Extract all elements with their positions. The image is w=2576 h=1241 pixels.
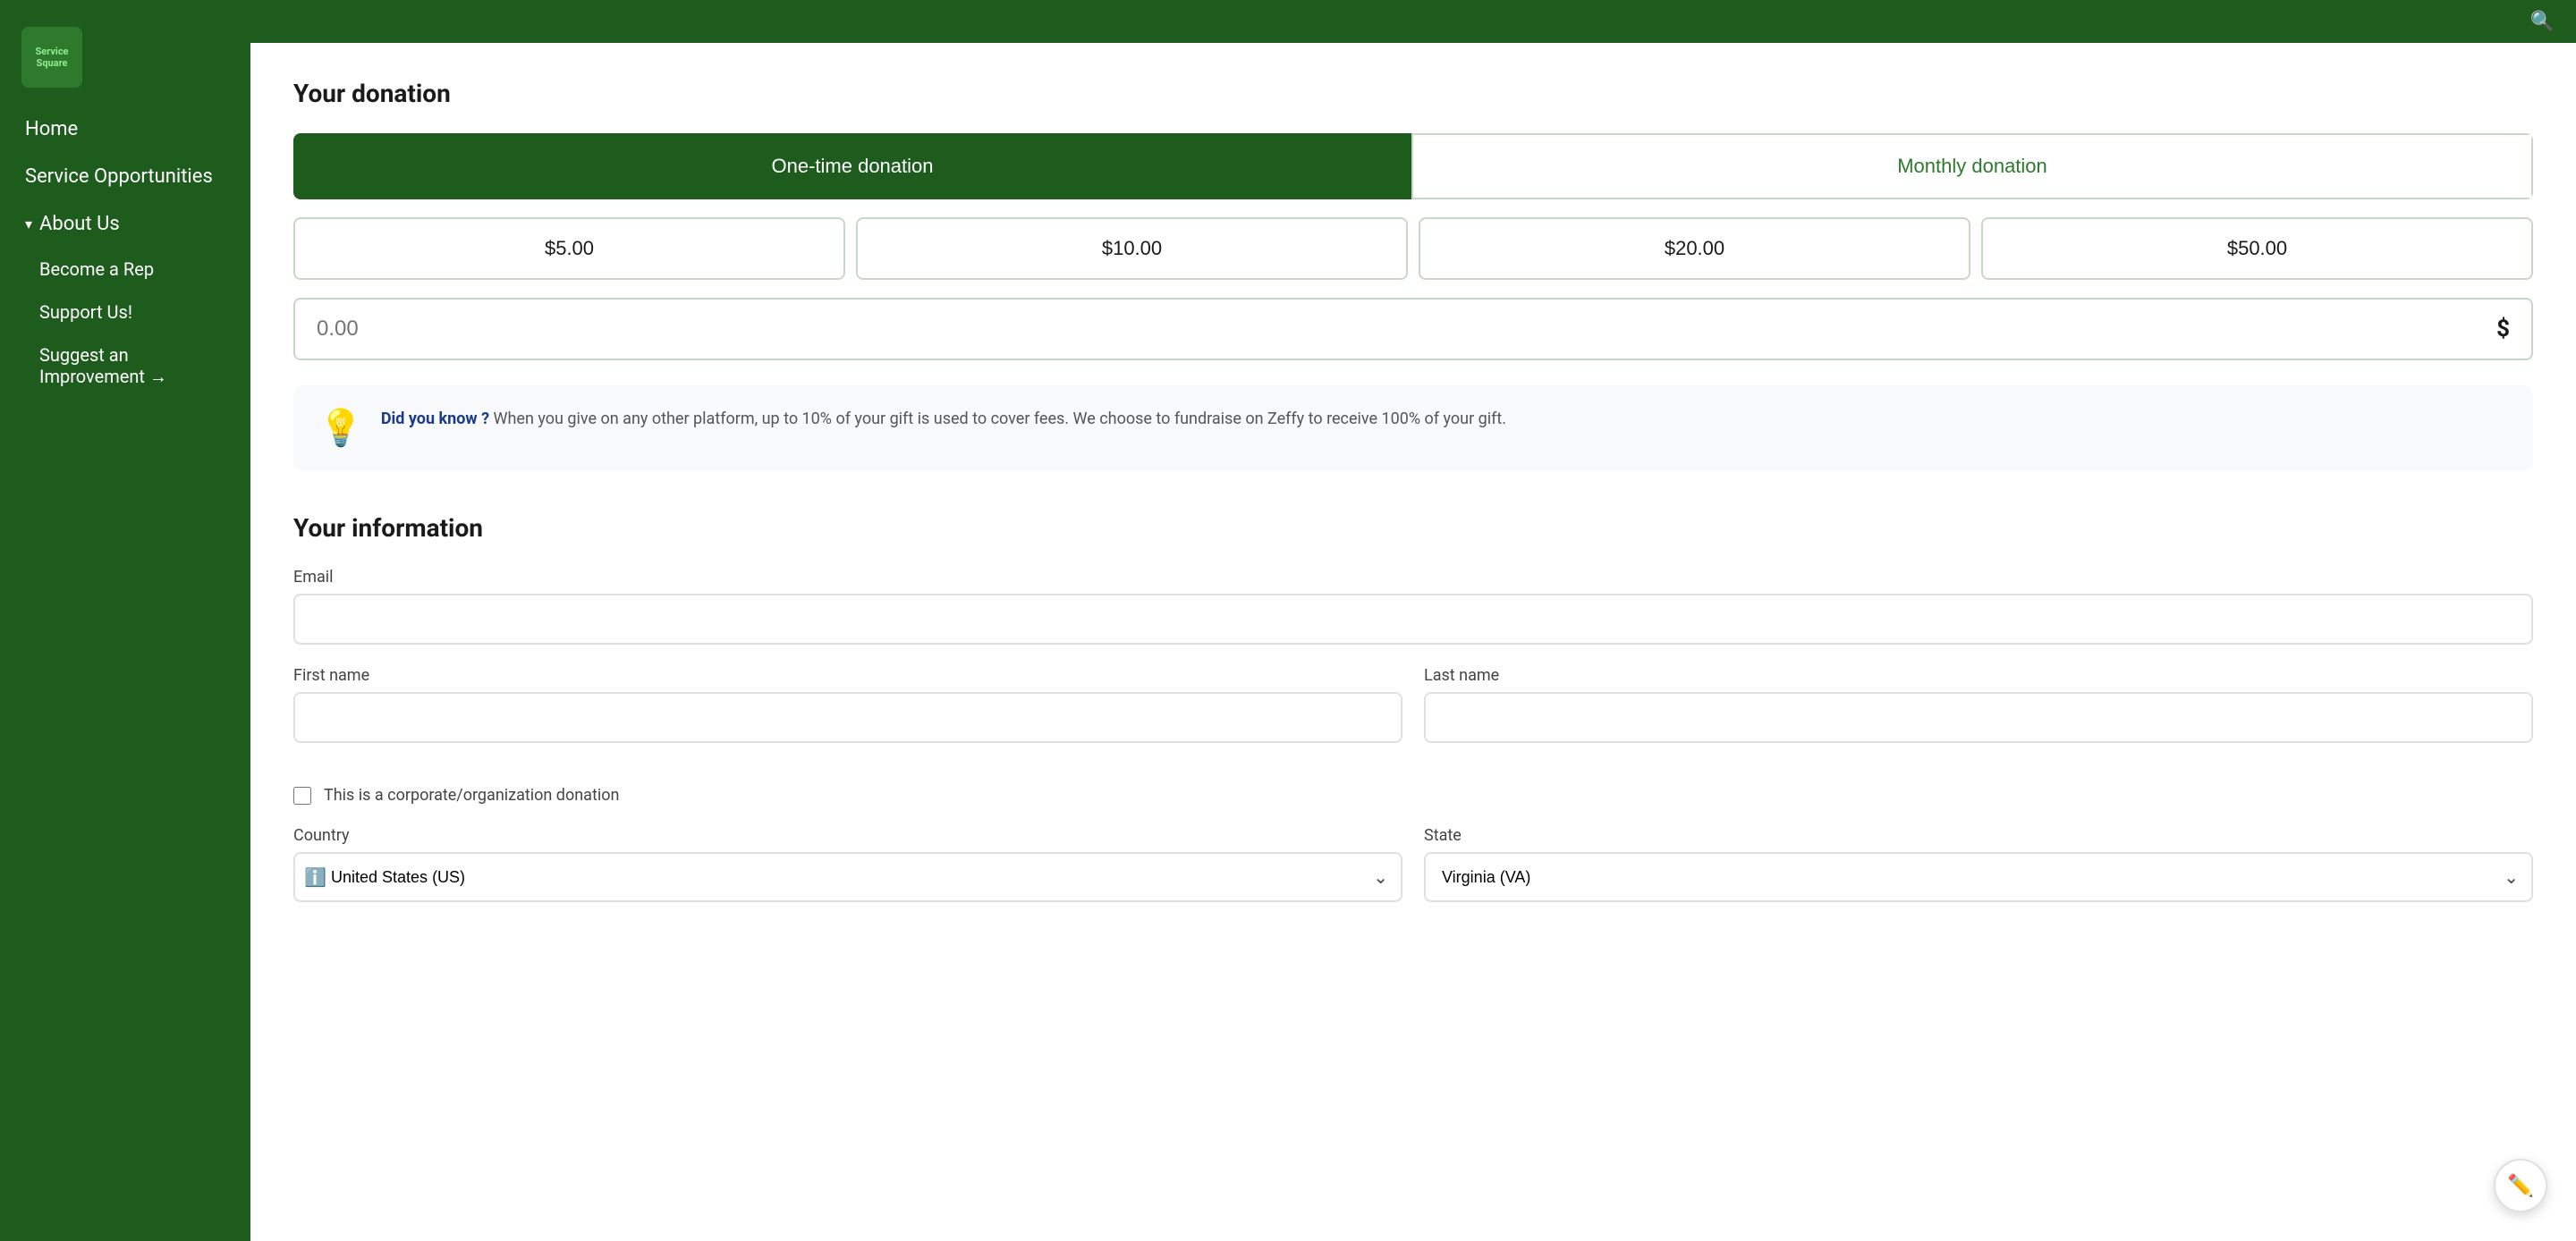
corporate-checkbox[interactable] [293,787,311,805]
last-name-field-group: Last name [1424,666,2533,743]
amount-20-button[interactable]: $20.00 [1419,217,1970,280]
info-banner-text: Did you know ? When you give on any othe… [381,407,1506,431]
state-label: State [1424,826,2533,845]
sidebar-logo: Service Square [0,18,250,106]
country-state-row: Country ℹ️ United States (US) ⌄ State Vi… [293,826,2533,902]
logo: Service Square [21,27,82,88]
info-banner: 💡 Did you know ? When you give on any ot… [293,385,2533,470]
custom-amount-field: $ [293,298,2533,360]
sidebar: Service Square Home Service Opportunitie… [0,0,250,1241]
pencil-icon: ✏️ [2507,1173,2534,1198]
country-select[interactable]: United States (US) [293,852,1402,902]
donation-type-row: One-time donation Monthly donation [293,133,2533,199]
did-you-know-label: Did you know ? [381,409,489,428]
amount-10-button[interactable]: $10.00 [856,217,1408,280]
country-label: Country [293,826,1402,845]
monthly-donation-button[interactable]: Monthly donation [1411,133,2533,199]
corporate-checkbox-label: This is a corporate/organization donatio… [324,786,619,805]
name-row: First name Last name [293,666,2533,764]
main-content: Your donation One-time donation Monthly … [250,0,2576,1241]
sidebar-item-support-us-label: Support Us! [39,301,132,323]
your-information-title: Your information [293,513,2533,543]
last-name-label: Last name [1424,666,2533,685]
custom-amount-input[interactable] [317,317,2496,342]
state-select-wrapper: Virginia (VA) ⌄ [1424,852,2533,902]
lightbulb-icon: 💡 [318,407,363,449]
amount-options-row: $5.00 $10.00 $20.00 $50.00 [293,217,2533,280]
sidebar-item-home-label: Home [25,118,78,140]
sidebar-item-home[interactable]: Home [0,106,250,153]
email-label: Email [293,568,2533,587]
first-name-input[interactable] [293,692,1402,743]
sidebar-item-about-us[interactable]: ▾ About Us [0,200,250,248]
email-field-group: Email [293,568,2533,645]
chevron-down-icon: ▾ [25,215,32,232]
sidebar-item-service-opportunities-label: Service Opportunities [25,165,213,188]
state-field-group: State Virginia (VA) ⌄ [1424,826,2533,902]
country-select-wrapper: ℹ️ United States (US) ⌄ [293,852,1402,902]
search-button[interactable]: 🔍 [2530,10,2555,33]
state-select[interactable]: Virginia (VA) [1424,852,2533,902]
content-area: Your donation One-time donation Monthly … [250,43,2576,1241]
last-name-input[interactable] [1424,692,2533,743]
sidebar-item-service-opportunities[interactable]: Service Opportunities [0,153,250,200]
donation-section-title: Your donation [293,79,2533,108]
sidebar-item-become-a-rep-label: Become a Rep [39,258,154,280]
first-name-field-group: First name [293,666,1402,743]
sidebar-item-become-a-rep[interactable]: Become a Rep [0,248,250,291]
one-time-donation-button[interactable]: One-time donation [293,133,1411,199]
sidebar-navigation: Home Service Opportunities ▾ About Us Be… [0,106,250,399]
amount-5-button[interactable]: $5.00 [293,217,845,280]
first-name-label: First name [293,666,1402,685]
top-bar: 🔍 [250,0,2576,43]
sidebar-item-support-us[interactable]: Support Us! [0,291,250,333]
sidebar-item-about-us-label: About Us [39,213,120,235]
dollar-sign-icon: $ [2496,316,2510,342]
amount-50-button[interactable]: $50.00 [1981,217,2533,280]
search-icon: 🔍 [2530,10,2555,32]
sidebar-item-suggest-improvement-label: Suggest an Improvement → [39,344,167,387]
email-input[interactable] [293,594,2533,645]
sidebar-item-suggest-improvement[interactable]: Suggest an Improvement → [0,333,250,399]
info-banner-body: When you give on any other platform, up … [489,409,1506,428]
country-field-group: Country ℹ️ United States (US) ⌄ [293,826,1402,902]
floating-edit-button[interactable]: ✏️ [2494,1159,2547,1212]
info-icon: ℹ️ [304,866,326,888]
corporate-checkbox-row: This is a corporate/organization donatio… [293,786,2533,805]
